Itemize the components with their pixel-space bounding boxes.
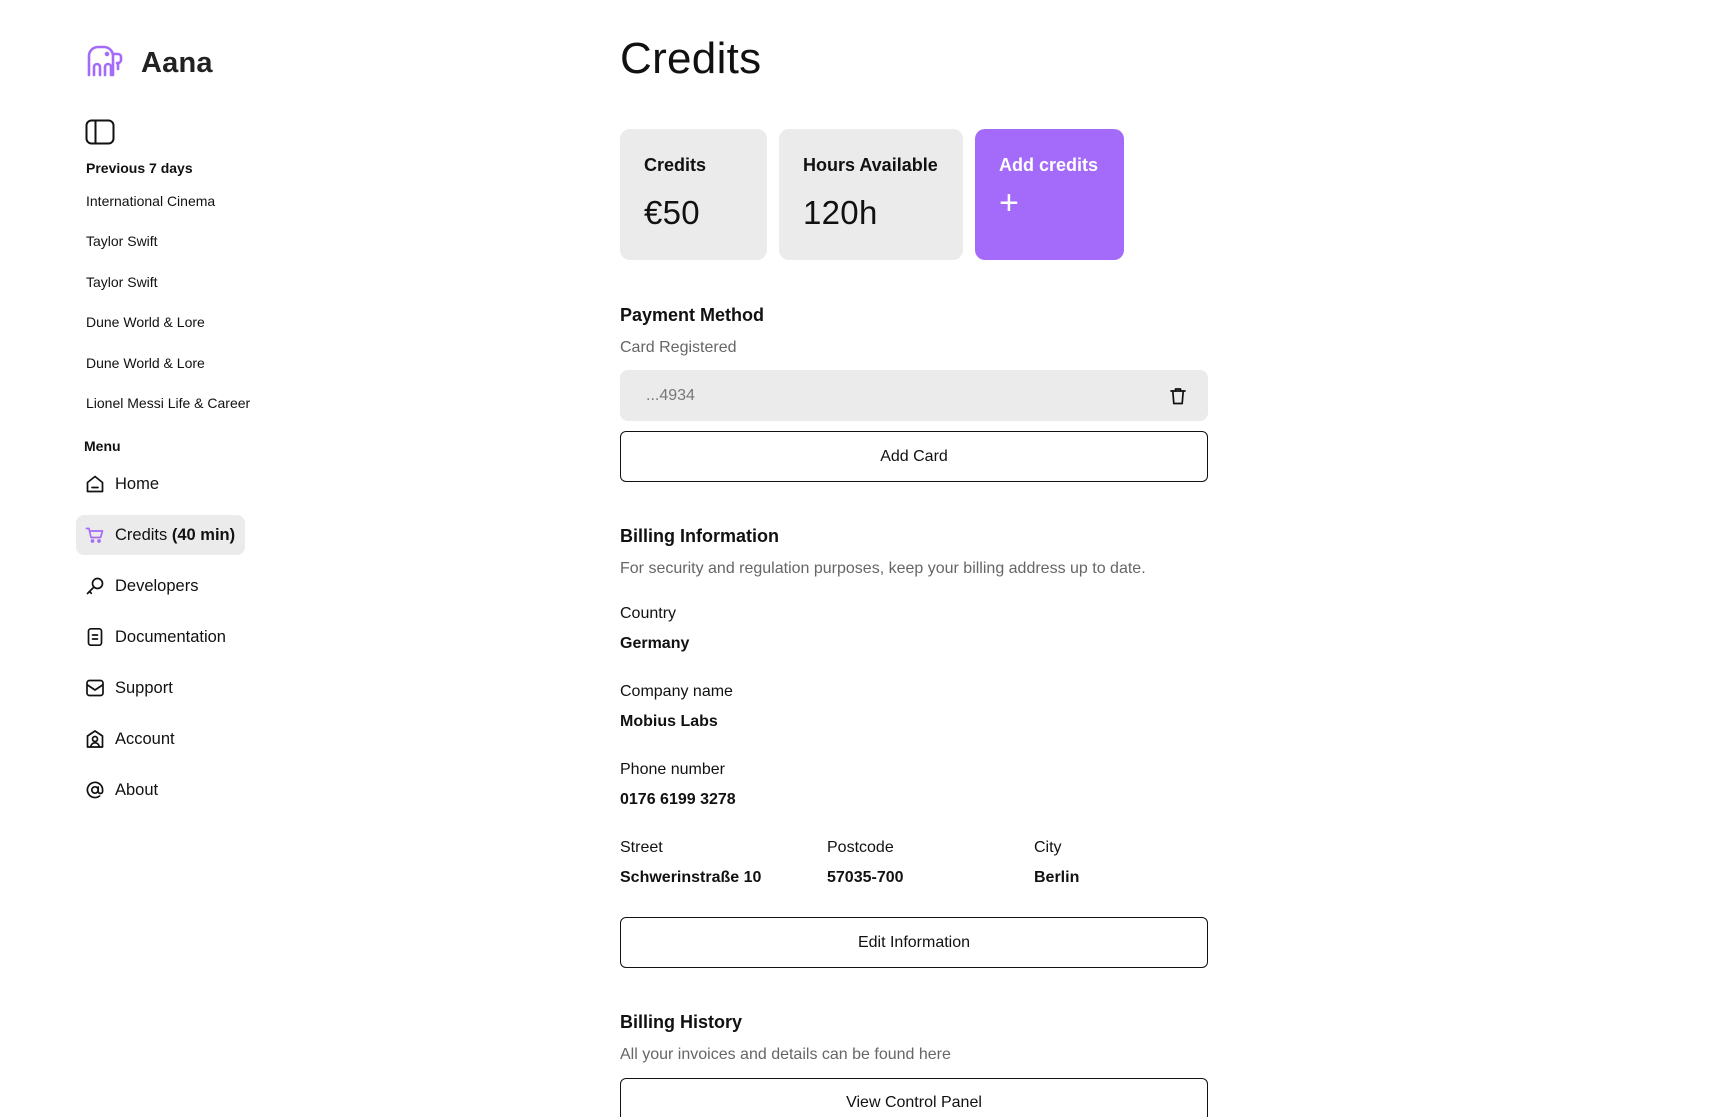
cart-icon xyxy=(85,525,105,545)
menu-item-label: Developers xyxy=(115,576,199,595)
phone-number-value: 0176 6199 3278 xyxy=(620,791,736,808)
postcode-value: 57035-700 xyxy=(827,869,904,886)
history-item[interactable]: Lionel Messi Life & Career xyxy=(86,395,250,411)
add-credits-button[interactable]: Add credits + xyxy=(975,129,1124,260)
billing-information-subtitle: For security and regulation purposes, ke… xyxy=(620,560,1146,577)
history-item[interactable]: Dune World & Lore xyxy=(86,314,205,330)
elephant-logo-icon xyxy=(85,44,125,83)
company-name-value: Mobius Labs xyxy=(620,713,718,730)
view-control-panel-button[interactable]: View Control Panel xyxy=(620,1078,1208,1117)
billing-history-title: Billing History xyxy=(620,1012,743,1032)
street-value: Schwerinstraße 10 xyxy=(620,869,762,886)
add-credits-label: Add credits xyxy=(999,155,1099,175)
sidebar: Aana Previous 7 days International Cinem… xyxy=(0,0,300,1117)
phone-number-label: Phone number xyxy=(620,761,725,778)
history-item[interactable]: Taylor Swift xyxy=(86,233,158,249)
brand[interactable]: Aana xyxy=(85,44,213,83)
country-value: Germany xyxy=(620,635,690,652)
home-icon xyxy=(85,474,105,494)
credits-card-value: €50 xyxy=(644,194,700,231)
history-item[interactable]: Taylor Swift xyxy=(86,274,158,290)
menu-item-about[interactable]: About xyxy=(76,770,168,810)
menu-item-support[interactable]: Support xyxy=(76,668,183,708)
history-item[interactable]: International Cinema xyxy=(86,193,215,209)
company-name-label: Company name xyxy=(620,683,733,700)
menu-item-account[interactable]: Account xyxy=(76,719,185,759)
menu-item-developers[interactable]: Developers xyxy=(76,566,208,606)
menu-item-label: Home xyxy=(115,474,160,493)
sidebar-toggle-icon[interactable] xyxy=(85,119,115,145)
credits-card-label: Credits xyxy=(644,155,707,175)
document-icon xyxy=(85,627,105,647)
payment-method-title: Payment Method xyxy=(620,305,765,325)
billing-history-subtitle: All your invoices and details can be fou… xyxy=(620,1046,951,1063)
registered-card: ...4934 xyxy=(620,370,1208,421)
city-label: City xyxy=(1034,839,1062,856)
mail-icon xyxy=(85,678,105,698)
trash-icon[interactable] xyxy=(1168,386,1188,406)
history-item[interactable]: Dune World & Lore xyxy=(86,355,205,371)
credits-remaining-badge: (40 min) xyxy=(171,525,236,544)
card-number: ...4934 xyxy=(646,386,695,404)
add-card-button[interactable]: Add Card xyxy=(620,431,1208,482)
edit-information-button[interactable]: Edit Information xyxy=(620,917,1208,968)
menu-item-label: Support xyxy=(115,678,173,697)
menu-item-credits-label: Credits xyxy=(115,525,168,544)
menu-item-label: About xyxy=(115,780,159,799)
page-title: Credits xyxy=(620,34,762,83)
brand-name: Aana xyxy=(141,47,213,79)
payment-method-subtitle: Card Registered xyxy=(620,339,737,356)
menu-item-label: Account xyxy=(115,729,175,748)
menu-item-label: Documentation xyxy=(115,627,226,646)
key-icon xyxy=(85,576,105,596)
street-label: Street xyxy=(620,839,663,856)
plus-icon: + xyxy=(999,184,1019,222)
credits-balance-card: Credits €50 xyxy=(620,129,767,260)
hours-available-card: Hours Available 120h xyxy=(779,129,963,260)
city-value: Berlin xyxy=(1034,869,1080,886)
account-icon xyxy=(85,729,105,749)
menu-item-home[interactable]: Home xyxy=(76,464,169,504)
menu-section-title: Menu xyxy=(84,438,121,454)
country-label: Country xyxy=(620,605,677,622)
billing-information-title: Billing Information xyxy=(620,526,779,546)
menu-item-credits[interactable]: Credits (40 min) xyxy=(76,515,246,555)
postcode-label: Postcode xyxy=(827,839,894,856)
at-icon xyxy=(85,780,105,800)
hours-card-value: 120h xyxy=(803,194,878,231)
hours-card-label: Hours Available xyxy=(803,155,938,175)
menu-item-documentation[interactable]: Documentation xyxy=(76,617,236,657)
history-section-title: Previous 7 days xyxy=(86,160,193,176)
menu-item-label: Credits (40 min) xyxy=(115,526,235,545)
